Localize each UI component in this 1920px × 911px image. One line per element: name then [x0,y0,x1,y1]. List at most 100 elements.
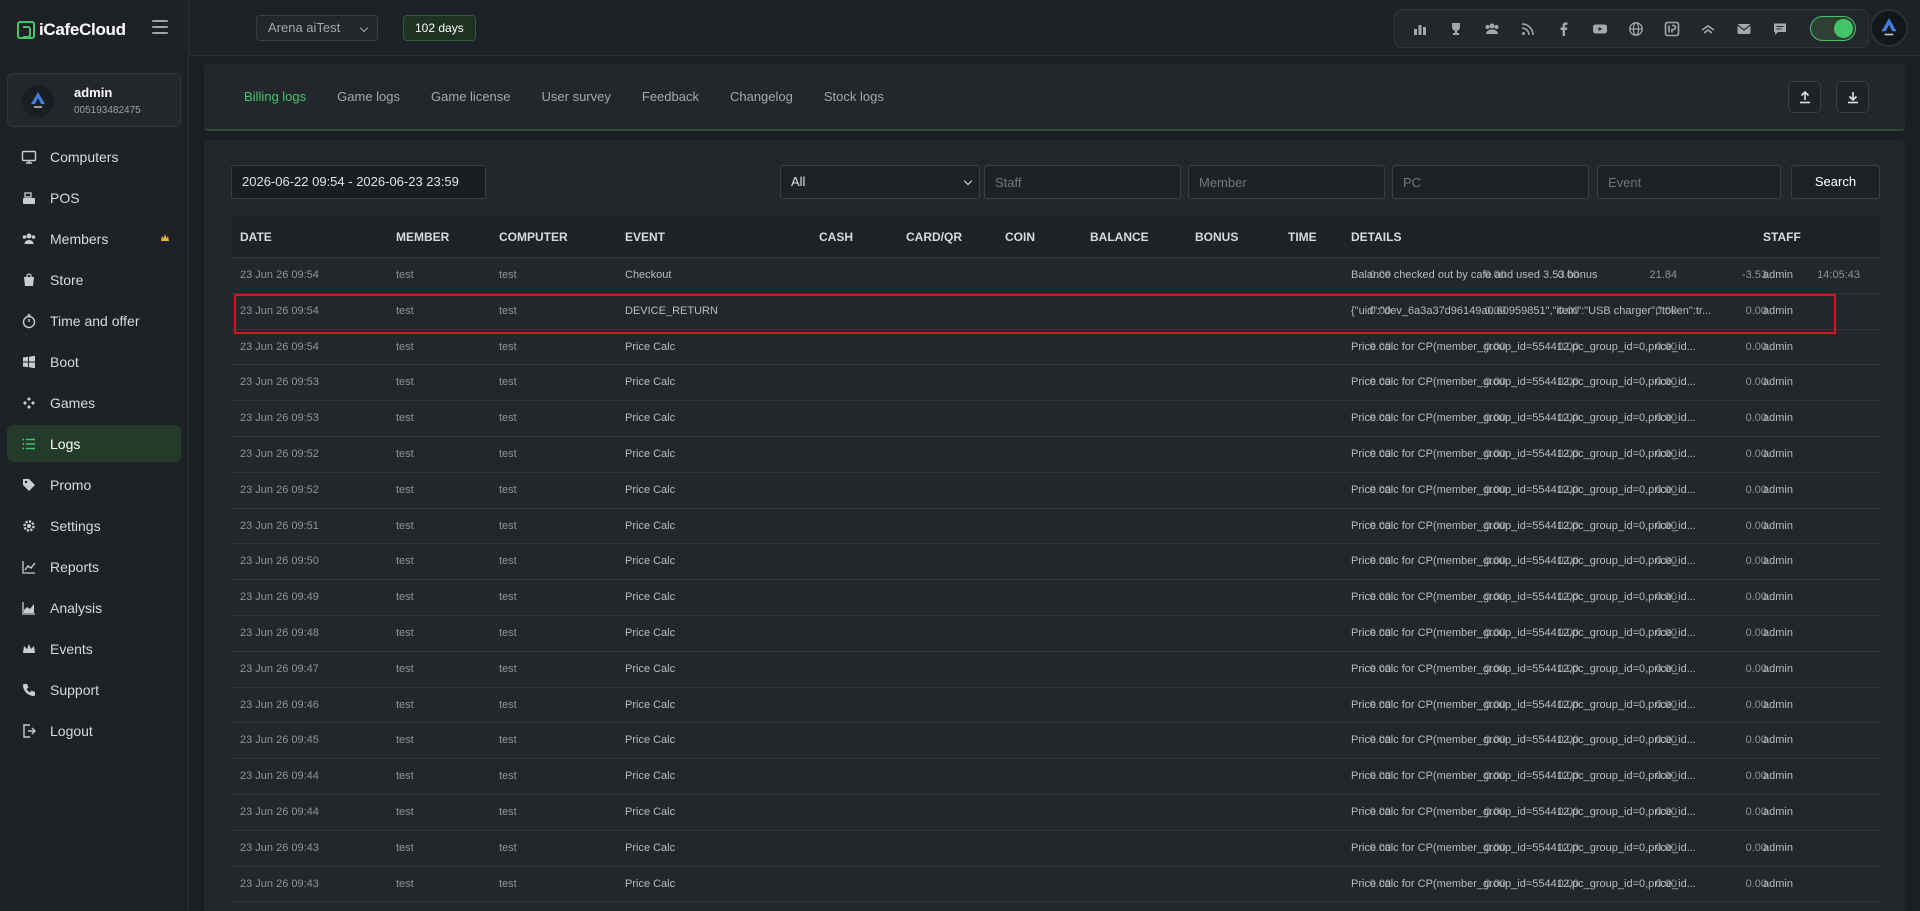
table-row[interactable]: 23 Jun 26 09:53 test test Price Calc 0.00 0.0… [231,365,1881,402]
ranking-icon[interactable] [1411,20,1429,38]
sidebar-item-logout[interactable]: Logout [7,712,181,749]
tab-user-survey[interactable]: User survey [542,89,611,104]
table-row[interactable]: 23 Jun 26 09:43 test test Price Calc 0.00 0.0… [231,867,1881,903]
tab-billing-logs[interactable]: Billing logs [244,89,306,104]
date-range-picker[interactable]: 2026-06-22 09:54 - 2026-06-23 23:59 [231,165,486,199]
sidebar-item-analysis[interactable]: Analysis [7,589,181,626]
table-row[interactable]: 23 Jun 26 09:47 test test Price Calc 0.00 0.0… [231,652,1881,688]
column-header-details[interactable]: DETAILS [1351,230,1401,244]
member-filter-input[interactable] [1188,165,1385,199]
table-row[interactable]: 23 Jun 26 09:53 test test Price Calc 0.00 0.0… [231,401,1881,437]
table-row[interactable]: 23 Jun 26 09:44 test test Price Calc 0.00 0.0… [231,759,1881,795]
app-logo[interactable]: iCafeCloud [17,19,126,41]
column-header-member[interactable]: MEMBER [396,230,449,244]
upload-button[interactable] [1788,81,1821,113]
tab-game-license[interactable]: Game license [431,89,510,104]
pc-filter-input[interactable] [1392,165,1589,199]
column-header-time[interactable]: TIME [1288,230,1317,244]
sidebar-item-store[interactable]: Store [7,261,181,298]
sidebar-item-reports[interactable]: Reports [7,548,181,585]
tab-changelog[interactable]: Changelog [730,89,793,104]
table-row[interactable]: 23 Jun 26 09:45 test test Price Calc 0.00 0.0… [231,723,1881,760]
cell-computer: test [499,877,517,890]
table-row-highlighted[interactable]: 23 Jun 26 09:54 test test DEVICE_RETURN 0.00… [231,293,1881,334]
sidebar-item-events[interactable]: Events [7,630,181,667]
trophy-icon[interactable] [1447,20,1465,38]
sidebar-item-computers[interactable]: Computers [7,138,181,175]
sidebar-item-promo[interactable]: Promo [7,466,181,503]
column-header-balance[interactable]: BALANCE [1090,230,1149,244]
table-row[interactable]: 23 Jun 26 09:49 test test Price Calc 0.00 0.0… [231,580,1881,616]
cell-staff: admin [1763,412,1793,425]
rss-icon[interactable] [1519,20,1537,38]
sidebar-item-games[interactable]: Games [7,384,181,421]
table-row[interactable]: 23 Jun 26 09:52 test test Price Calc 0.00 0.0… [231,473,1881,509]
table-row[interactable]: 23 Jun 26 09:46 test test Price Calc 0.00 0.0… [231,688,1881,724]
mail-icon[interactable] [1735,20,1753,38]
staff-filter-input[interactable] [984,165,1181,199]
column-header-card-qr[interactable]: CARD/QR [906,230,962,244]
search-button[interactable]: Search [1791,165,1880,199]
icafe-icon[interactable] [1663,20,1681,38]
table-row[interactable]: 23 Jun 26 09:51 test test Price Calc 0.00 0.0… [231,509,1881,545]
cell-member: test [396,626,414,639]
cell-details: Price calc for CP(member_group_id=554412… [1351,376,1696,389]
double-chevron-icon[interactable] [1699,20,1717,38]
table-row[interactable]: 23 Jun 26 09:44 test test Price Calc 0.00 0.0… [231,795,1881,831]
sidebar-item-support[interactable]: Support [7,671,181,708]
user-avatar[interactable] [1870,9,1908,47]
store-selector[interactable]: Arena aiTest [256,15,378,41]
column-header-event[interactable]: EVENT [625,230,665,244]
column-header-computer[interactable]: COMPUTER [499,230,568,244]
store-selector-value: Arena aiTest [268,20,341,35]
sidebar-item-members[interactable]: Members [7,220,181,257]
profile-card[interactable]: admin 005193482475 [7,73,181,127]
facebook-icon[interactable] [1555,20,1573,38]
sidebar-item-logs[interactable]: Logs [7,425,181,462]
sidebar-item-time-and-offer[interactable]: Time and offer [7,302,181,339]
chevron-down-icon [359,23,369,33]
community-icon[interactable] [1483,20,1501,38]
column-header-date[interactable]: DATE [240,230,272,244]
cell-date: 23 Jun 26 09:44 [240,805,319,818]
cell-event: DEVICE_RETURN [625,304,718,317]
cell-computer: test [499,304,517,317]
table-row[interactable]: 23 Jun 26 09:48 test test Price Calc 0.00 0.0… [231,616,1881,652]
sidebar-item-settings[interactable]: Settings [7,507,181,544]
table-row[interactable]: 23 Jun 26 09:54 test test Checkout 0.00 0.00 0… [231,258,1881,294]
cell-member: test [396,662,414,675]
cell-details: Price calc for CP(member_group_id=554412… [1351,412,1696,425]
table-row[interactable]: 23 Jun 26 09:50 test test Price Calc 0.00 0.0… [231,544,1881,581]
column-header-coin[interactable]: COIN [1005,230,1035,244]
cell-computer: test [499,269,517,281]
event-type-select[interactable]: All [780,165,980,199]
event-type-select-value: All [791,174,806,189]
download-button[interactable] [1836,81,1869,113]
area-chart-icon [20,599,38,617]
theme-toggle[interactable] [1810,16,1856,41]
cell-event: Price Calc [625,447,676,460]
column-header-bonus[interactable]: BONUS [1195,230,1238,244]
logs-tabs-panel: Billing logs Game logs Game license User… [204,64,1905,131]
column-header-cash[interactable]: CASH [819,230,853,244]
logs-tabs: Billing logs Game logs Game license User… [244,89,915,104]
cell-event: Price Calc [625,412,676,425]
sidebar-item-boot[interactable]: Boot [7,343,181,380]
chat-icon[interactable] [1771,20,1789,38]
sidebar-nav: Computers POS Members Store Time and off… [7,138,181,753]
table-row[interactable]: 23 Jun 26 09:54 test test Price Calc 0.00 0.0… [231,330,1881,366]
youtube-icon[interactable] [1591,20,1609,38]
tab-feedback[interactable]: Feedback [642,89,699,104]
sidebar-item-pos[interactable]: POS [7,179,181,216]
event-filter-input[interactable] [1597,165,1781,199]
tab-game-logs[interactable]: Game logs [337,89,400,104]
table-row[interactable]: 23 Jun 26 09:43 test test Price Calc 0.00 0.0… [231,831,1881,867]
tab-stock-logs[interactable]: Stock logs [824,89,884,104]
cell-date: 23 Jun 26 09:54 [240,269,319,281]
table-row[interactable]: 23 Jun 26 09:52 test test Price Calc 0.00 0.0… [231,437,1881,473]
menu-toggle-icon[interactable] [152,20,168,34]
sidebar-item-label: Analysis [50,599,103,616]
cell-date: 23 Jun 26 09:43 [240,877,319,890]
column-header-staff[interactable]: STAFF [1763,230,1801,244]
globe-icon[interactable] [1627,20,1645,38]
